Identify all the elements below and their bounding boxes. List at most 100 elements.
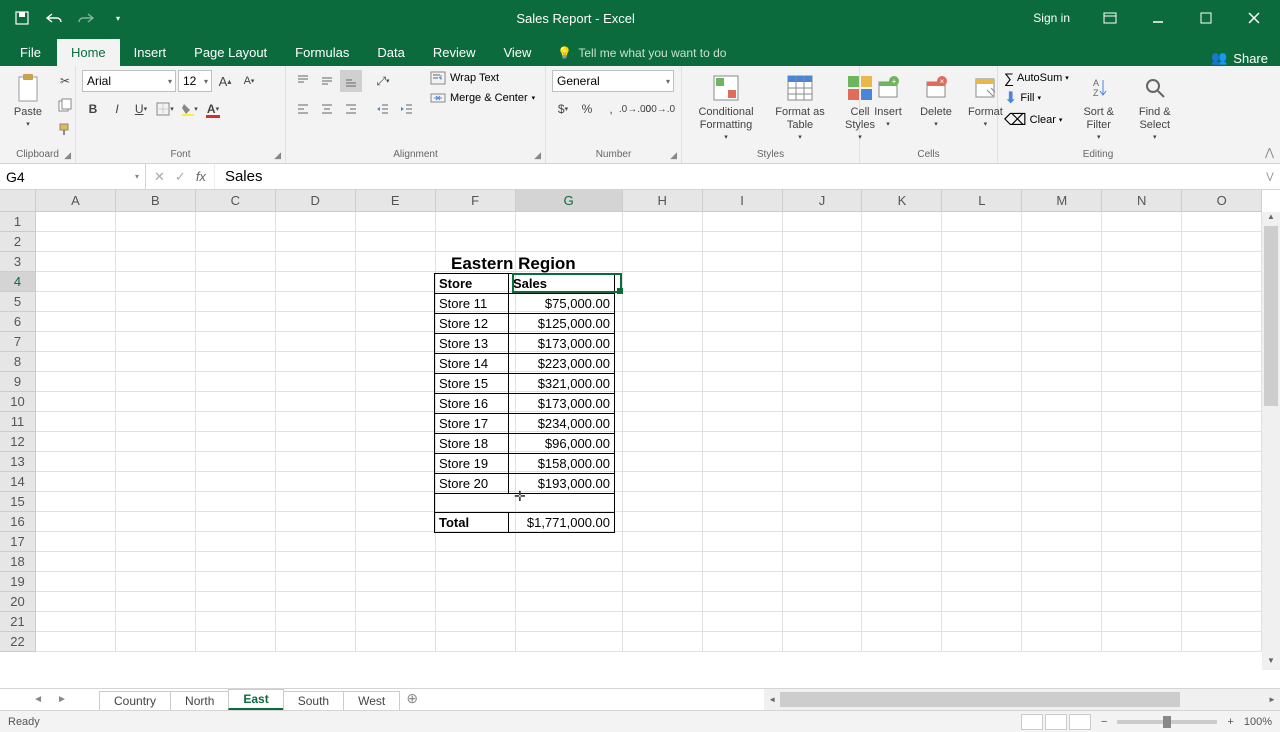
copy-icon[interactable] (54, 94, 76, 116)
delete-cells-button[interactable]: ×Delete▾ (914, 70, 958, 132)
col-header-B[interactable]: B (116, 190, 196, 211)
col-header-C[interactable]: C (196, 190, 276, 211)
tab-review[interactable]: Review (419, 39, 490, 66)
page-layout-view-button[interactable] (1045, 714, 1067, 730)
maximize-icon[interactable] (1184, 4, 1228, 32)
row-header-2[interactable]: 2 (0, 232, 35, 252)
save-icon[interactable] (8, 4, 36, 32)
fill-color-icon[interactable]: ▾ (178, 98, 200, 120)
add-sheet-button[interactable]: ⊕ (400, 689, 424, 710)
autosum-button[interactable]: ∑AutoSum▾ (1004, 70, 1069, 86)
font-dialog-launcher[interactable]: ◢ (274, 150, 281, 161)
row-header-7[interactable]: 7 (0, 332, 35, 352)
col-header-A[interactable]: A (36, 190, 116, 211)
increase-indent-icon[interactable] (396, 98, 418, 120)
decrease-indent-icon[interactable] (372, 98, 394, 120)
align-left-icon[interactable] (292, 98, 314, 120)
sheet-tab-south[interactable]: South (283, 691, 344, 710)
number-format-combo[interactable]: General▾ (552, 70, 674, 92)
wrap-text-button[interactable]: Wrap Text (430, 70, 535, 86)
page-break-view-button[interactable] (1069, 714, 1091, 730)
scroll-up-icon[interactable]: ▲ (1262, 212, 1280, 226)
orientation-icon[interactable]: ⤢▾ (372, 70, 394, 92)
row-header-12[interactable]: 12 (0, 432, 35, 452)
row-header-6[interactable]: 6 (0, 312, 35, 332)
col-header-L[interactable]: L (942, 190, 1022, 211)
align-middle-icon[interactable] (316, 70, 338, 92)
tab-file[interactable]: File (4, 39, 57, 66)
row-header-16[interactable]: 16 (0, 512, 35, 532)
sheet-tab-country[interactable]: Country (99, 691, 171, 710)
italic-button[interactable]: I (106, 98, 128, 120)
zoom-level[interactable]: 100% (1244, 716, 1272, 728)
qat-customize-icon[interactable]: ▾ (104, 4, 132, 32)
zoom-slider[interactable] (1117, 720, 1217, 724)
paste-button[interactable]: Paste ▾ (6, 70, 50, 132)
sheet-nav-next-icon[interactable]: ► (57, 694, 67, 705)
row-header-13[interactable]: 13 (0, 452, 35, 472)
row-header-19[interactable]: 19 (0, 572, 35, 592)
col-header-E[interactable]: E (356, 190, 436, 211)
name-box[interactable]: G4▾ (0, 164, 146, 189)
align-center-icon[interactable] (316, 98, 338, 120)
clipboard-dialog-launcher[interactable]: ◢ (64, 150, 71, 161)
number-dialog-launcher[interactable]: ◢ (670, 150, 677, 161)
formula-input[interactable]: Sales (215, 164, 1260, 189)
row-header-14[interactable]: 14 (0, 472, 35, 492)
row-header-20[interactable]: 20 (0, 592, 35, 612)
percent-format-icon[interactable]: % (576, 98, 598, 120)
vscroll-thumb[interactable] (1264, 226, 1278, 406)
align-top-icon[interactable] (292, 70, 314, 92)
zoom-out-button[interactable]: − (1101, 716, 1107, 728)
row-header-17[interactable]: 17 (0, 532, 35, 552)
vertical-scrollbar[interactable]: ▲ ▼ (1262, 212, 1280, 670)
tab-formulas[interactable]: Formulas (281, 39, 363, 66)
horizontal-scrollbar[interactable]: ◄ ► (764, 689, 1280, 710)
sort-filter-button[interactable]: AZSort & Filter▾ (1073, 70, 1125, 145)
bold-button[interactable]: B (82, 98, 104, 120)
expand-formula-bar-icon[interactable]: ⋁ (1260, 164, 1280, 189)
shrink-font-icon[interactable]: A▾ (238, 70, 260, 92)
col-header-N[interactable]: N (1102, 190, 1182, 211)
tab-insert[interactable]: Insert (120, 39, 181, 66)
select-all-corner[interactable] (0, 190, 36, 212)
cut-icon[interactable]: ✂ (54, 70, 76, 92)
font-size-combo[interactable]: 12▾ (178, 70, 212, 92)
col-header-D[interactable]: D (276, 190, 356, 211)
col-header-J[interactable]: J (783, 190, 863, 211)
close-icon[interactable] (1232, 4, 1276, 32)
merge-center-button[interactable]: Merge & Center ▾ (430, 90, 535, 106)
scroll-down-icon[interactable]: ▼ (1262, 656, 1280, 670)
row-header-3[interactable]: 3 (0, 252, 35, 272)
font-color-icon[interactable]: A▾ (202, 98, 224, 120)
normal-view-button[interactable] (1021, 714, 1043, 730)
scroll-right-icon[interactable]: ► (1264, 695, 1280, 704)
row-header-5[interactable]: 5 (0, 292, 35, 312)
col-header-O[interactable]: O (1182, 190, 1262, 211)
align-right-icon[interactable] (340, 98, 362, 120)
conditional-formatting-button[interactable]: Conditional Formatting▾ (688, 70, 764, 145)
row-header-18[interactable]: 18 (0, 552, 35, 572)
format-painter-icon[interactable] (54, 118, 76, 140)
row-header-15[interactable]: 15 (0, 492, 35, 512)
tab-view[interactable]: View (489, 39, 545, 66)
font-name-combo[interactable]: Arial▾ (82, 70, 176, 92)
insert-cells-button[interactable]: +Insert▾ (866, 70, 910, 132)
sheet-tab-north[interactable]: North (170, 691, 229, 710)
row-header-11[interactable]: 11 (0, 412, 35, 432)
fill-button[interactable]: ⬇Fill▾ (1004, 88, 1069, 108)
find-select-button[interactable]: Find & Select▾ (1129, 70, 1181, 145)
col-header-M[interactable]: M (1022, 190, 1102, 211)
col-header-H[interactable]: H (623, 190, 703, 211)
cells-area[interactable]: Eastern Region StoreSales Store 11$75,00… (36, 212, 1262, 670)
tell-me-search[interactable]: 💡 Tell me what you want to do (545, 40, 738, 66)
sheet-nav-prev-icon[interactable]: ◄ (33, 694, 43, 705)
format-as-table-button[interactable]: Format as Table▾ (768, 70, 832, 145)
column-headers[interactable]: ABCDEFGHIJKLMNO (36, 190, 1262, 212)
sheet-tab-west[interactable]: West (343, 691, 400, 710)
undo-icon[interactable] (40, 4, 68, 32)
col-header-F[interactable]: F (436, 190, 516, 211)
col-header-I[interactable]: I (703, 190, 783, 211)
row-header-21[interactable]: 21 (0, 612, 35, 632)
tab-page-layout[interactable]: Page Layout (180, 39, 281, 66)
